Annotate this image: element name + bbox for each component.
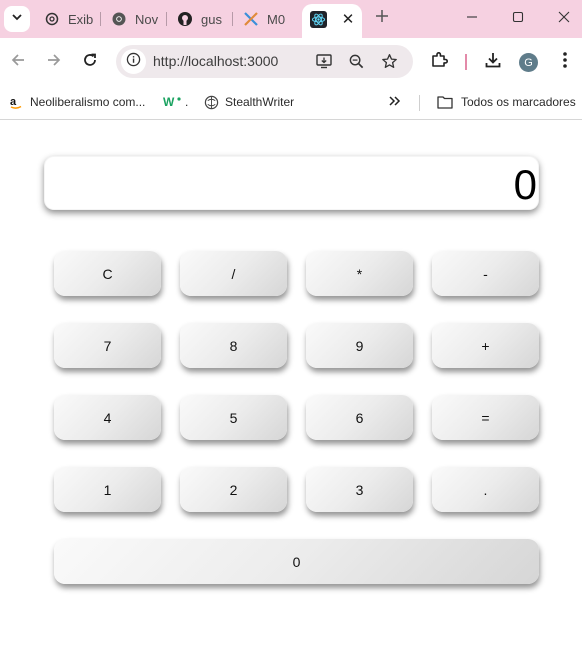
- clear-button[interactable]: C: [54, 251, 161, 296]
- calculator-display: 0: [44, 156, 539, 210]
- install-app-icon[interactable]: [314, 51, 334, 71]
- digit-1-button[interactable]: 1: [54, 467, 161, 512]
- back-button[interactable]: [6, 50, 30, 74]
- bookmark-label: .: [185, 95, 189, 109]
- arrow-left-icon: [10, 52, 26, 73]
- x-logo-icon: [243, 11, 259, 27]
- all-bookmarks-button[interactable]: Todos os marcadores: [437, 92, 576, 112]
- tab-divider: [166, 12, 167, 26]
- menu-button[interactable]: [553, 50, 577, 74]
- bookmarks-bar: a Neoliberalismo com... W . StealthWrite…: [0, 86, 582, 120]
- close-window-button[interactable]: [554, 9, 574, 29]
- digit-6-button[interactable]: 6: [306, 395, 413, 440]
- site-info-button[interactable]: [121, 49, 146, 74]
- tab-1[interactable]: Exib: [44, 6, 93, 32]
- forward-button[interactable]: [42, 50, 66, 74]
- profile-avatar[interactable]: G: [519, 53, 538, 72]
- tab-2-title: Nov: [135, 11, 159, 27]
- bookmark-item[interactable]: a Neoliberalismo com...: [8, 92, 145, 112]
- divide-button[interactable]: /: [180, 251, 287, 296]
- digit-0-button[interactable]: 0: [54, 539, 539, 584]
- tab-1-title: Exib: [68, 11, 94, 27]
- close-tab-icon[interactable]: ✕: [339, 10, 357, 30]
- url-text[interactable]: http://localhost:3000: [153, 53, 278, 69]
- display-value: 0: [513, 161, 537, 208]
- tab-3[interactable]: gus: [177, 6, 222, 32]
- chevron-down-icon: [11, 10, 23, 28]
- tab-strip: Exib Nov gus M0 ✕: [0, 0, 582, 38]
- minimize-icon: [466, 10, 478, 28]
- tab-2[interactable]: Nov: [111, 6, 158, 32]
- react-icon: [310, 11, 327, 28]
- digit-7-button[interactable]: 7: [54, 323, 161, 368]
- digit-3-button[interactable]: 3: [306, 467, 413, 512]
- more-bookmarks-button[interactable]: [388, 92, 402, 112]
- plus-icon: [375, 9, 389, 28]
- reload-button[interactable]: [78, 50, 102, 74]
- zoom-icon[interactable]: [346, 51, 366, 71]
- subtract-button[interactable]: -: [432, 251, 539, 296]
- tab-divider: [100, 12, 101, 26]
- tab-4[interactable]: M0: [243, 6, 285, 32]
- bookmark-label: Neoliberalismo com...: [30, 95, 146, 109]
- arrow-right-icon: [46, 52, 62, 73]
- bookmark-label: StealthWriter: [225, 95, 295, 109]
- digit-9-button[interactable]: 9: [306, 323, 413, 368]
- equals-button[interactable]: =: [432, 395, 539, 440]
- minimize-button[interactable]: [462, 9, 482, 29]
- multiply-button[interactable]: *: [306, 251, 413, 296]
- tab-divider: [232, 12, 233, 26]
- reload-icon: [82, 52, 98, 73]
- digit-4-button[interactable]: 4: [54, 395, 161, 440]
- extensions-button[interactable]: [427, 50, 451, 74]
- bookmark-item[interactable]: W .: [163, 92, 188, 112]
- svg-text:a: a: [10, 96, 17, 108]
- maximize-icon: [512, 10, 524, 28]
- svg-text:W: W: [163, 95, 175, 109]
- bookmarks-divider: [419, 95, 420, 111]
- downloads-button[interactable]: [481, 50, 505, 74]
- double-chevron-right-icon: [388, 94, 402, 111]
- digit-8-button[interactable]: 8: [180, 323, 287, 368]
- toolbar-divider: [465, 54, 467, 70]
- digit-2-button[interactable]: 2: [180, 467, 287, 512]
- bookmark-item[interactable]: StealthWriter: [203, 92, 294, 112]
- new-tab-button[interactable]: [372, 8, 392, 28]
- chrome-icon: [111, 11, 127, 27]
- download-icon: [484, 51, 502, 74]
- bookmark-star-icon[interactable]: [379, 51, 399, 71]
- tab-4-title: M0: [267, 11, 286, 27]
- github-icon: [177, 11, 193, 27]
- tab-search-button[interactable]: [4, 6, 30, 32]
- digit-5-button[interactable]: 5: [180, 395, 287, 440]
- add-button[interactable]: +: [432, 323, 539, 368]
- browser-toolbar: http://localhost:3000 G: [0, 38, 582, 86]
- decimal-button[interactable]: .: [432, 467, 539, 512]
- openai-icon: [44, 11, 60, 27]
- folder-icon: [437, 94, 453, 110]
- maximize-button[interactable]: [508, 9, 528, 29]
- amazon-icon: a: [8, 94, 24, 110]
- info-icon: [126, 52, 141, 72]
- all-bookmarks-label: Todos os marcadores: [461, 95, 576, 109]
- w-logo-icon: W: [163, 94, 183, 110]
- address-bar[interactable]: http://localhost:3000: [116, 45, 413, 78]
- kebab-menu-icon: [562, 51, 568, 74]
- puzzle-icon: [430, 51, 448, 74]
- tab-active[interactable]: ✕: [302, 4, 362, 38]
- close-icon: [558, 10, 570, 28]
- stealthwriter-icon: [203, 94, 219, 110]
- tab-3-title: gus: [201, 11, 222, 27]
